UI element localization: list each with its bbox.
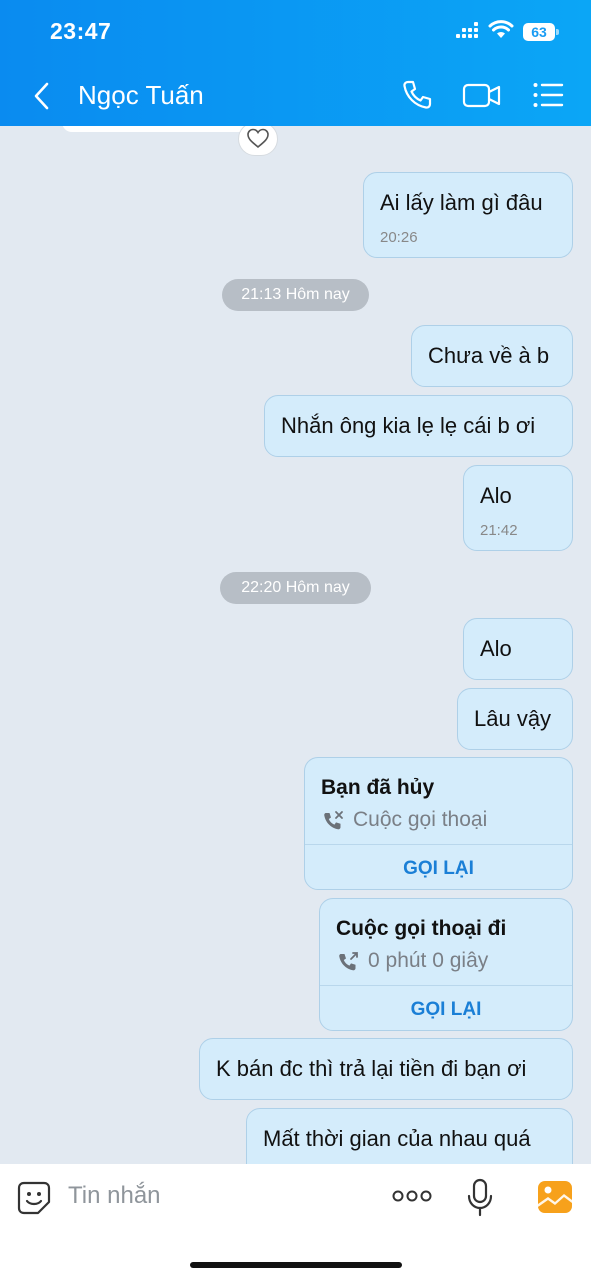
reaction-button[interactable] <box>238 126 278 156</box>
app-header: 23:47 63 Ngọc Tuấn <box>0 0 591 126</box>
status-time: 23:47 <box>50 18 112 44</box>
phone-icon[interactable] <box>400 78 434 112</box>
message-text: Ai lấy làm gì đâu <box>380 190 543 215</box>
call-card[interactable]: Bạn đã hủy Cuộc gọi thoại GỌI LẠI <box>304 757 573 890</box>
call-subtitle: Cuộc gọi thoại <box>353 808 488 831</box>
message-bubble[interactable]: K bán đc thì trả lại tiền đi bạn ơi <box>199 1038 573 1100</box>
battery-icon: 63 <box>523 23 559 41</box>
message-text: Alo <box>480 483 512 508</box>
image-gallery-icon[interactable] <box>536 1178 574 1216</box>
message-text: K bán đc thì trả lại tiền đi bạn ơi <box>216 1056 527 1081</box>
home-indicator <box>190 1262 402 1268</box>
message-bubble[interactable]: Ai lấy làm gì đâu 20:26 <box>363 172 573 258</box>
date-separator: 21:13 Hôm nay <box>222 279 369 311</box>
wifi-icon <box>488 20 514 38</box>
video-camera-icon[interactable] <box>462 78 502 112</box>
message-time: 21:42 <box>480 522 518 539</box>
message-text: Nhắn ông kia lẹ lẹ cái b ơi <box>281 413 536 438</box>
message-text: Lâu vậy <box>474 706 552 731</box>
outgoing-call-icon <box>339 952 358 971</box>
message-composer: Tin nhắn <box>0 1164 591 1280</box>
message-bubble[interactable]: Alo <box>463 618 573 680</box>
chevron-left-icon[interactable] <box>30 80 54 112</box>
message-time: 20:26 <box>380 229 418 246</box>
message-bubble[interactable]: Lâu vậy <box>457 688 573 750</box>
more-dots-icon[interactable] <box>392 1188 432 1204</box>
message-bubble[interactable]: Mất thời gian của nhau quá <box>246 1108 573 1164</box>
call-back-button[interactable]: GỌI LẠI <box>305 858 572 880</box>
call-title: Bạn đã hủy <box>321 776 435 799</box>
call-back-button[interactable]: GỌI LẠI <box>320 999 572 1021</box>
message-bubble[interactable]: Chưa về à b <box>411 325 573 387</box>
call-card[interactable]: Cuộc gọi thoại đi 0 phút 0 giây GỌI LẠI <box>319 898 573 1031</box>
microphone-icon[interactable] <box>466 1178 494 1218</box>
message-text: Chưa về à b <box>428 343 550 368</box>
heart-icon <box>247 128 269 149</box>
message-bubble[interactable]: Nhắn ông kia lẹ lẹ cái b ơi <box>264 395 573 457</box>
call-subtitle: 0 phút 0 giây <box>368 949 489 972</box>
list-menu-icon[interactable] <box>532 78 564 112</box>
date-separator: 22:20 Hôm nay <box>220 572 371 604</box>
divider <box>320 985 572 986</box>
call-title: Cuộc gọi thoại đi <box>336 917 507 940</box>
emoji-sticker-icon[interactable] <box>16 1180 52 1216</box>
message-input[interactable]: Tin nhắn <box>68 1182 161 1210</box>
message-text: Mất thời gian của nhau quá <box>263 1126 531 1151</box>
page-title[interactable]: Ngọc Tuấn <box>78 80 204 111</box>
message-text: Alo <box>480 636 512 661</box>
message-bubble[interactable]: Alo 21:42 <box>463 465 573 551</box>
missed-call-icon <box>324 811 343 830</box>
chat-area[interactable]: Ai lấy làm gì đâu 20:26 21:13 Hôm nay Ch… <box>0 126 591 1164</box>
cellular-signal-icon <box>456 22 480 40</box>
divider <box>305 844 572 845</box>
